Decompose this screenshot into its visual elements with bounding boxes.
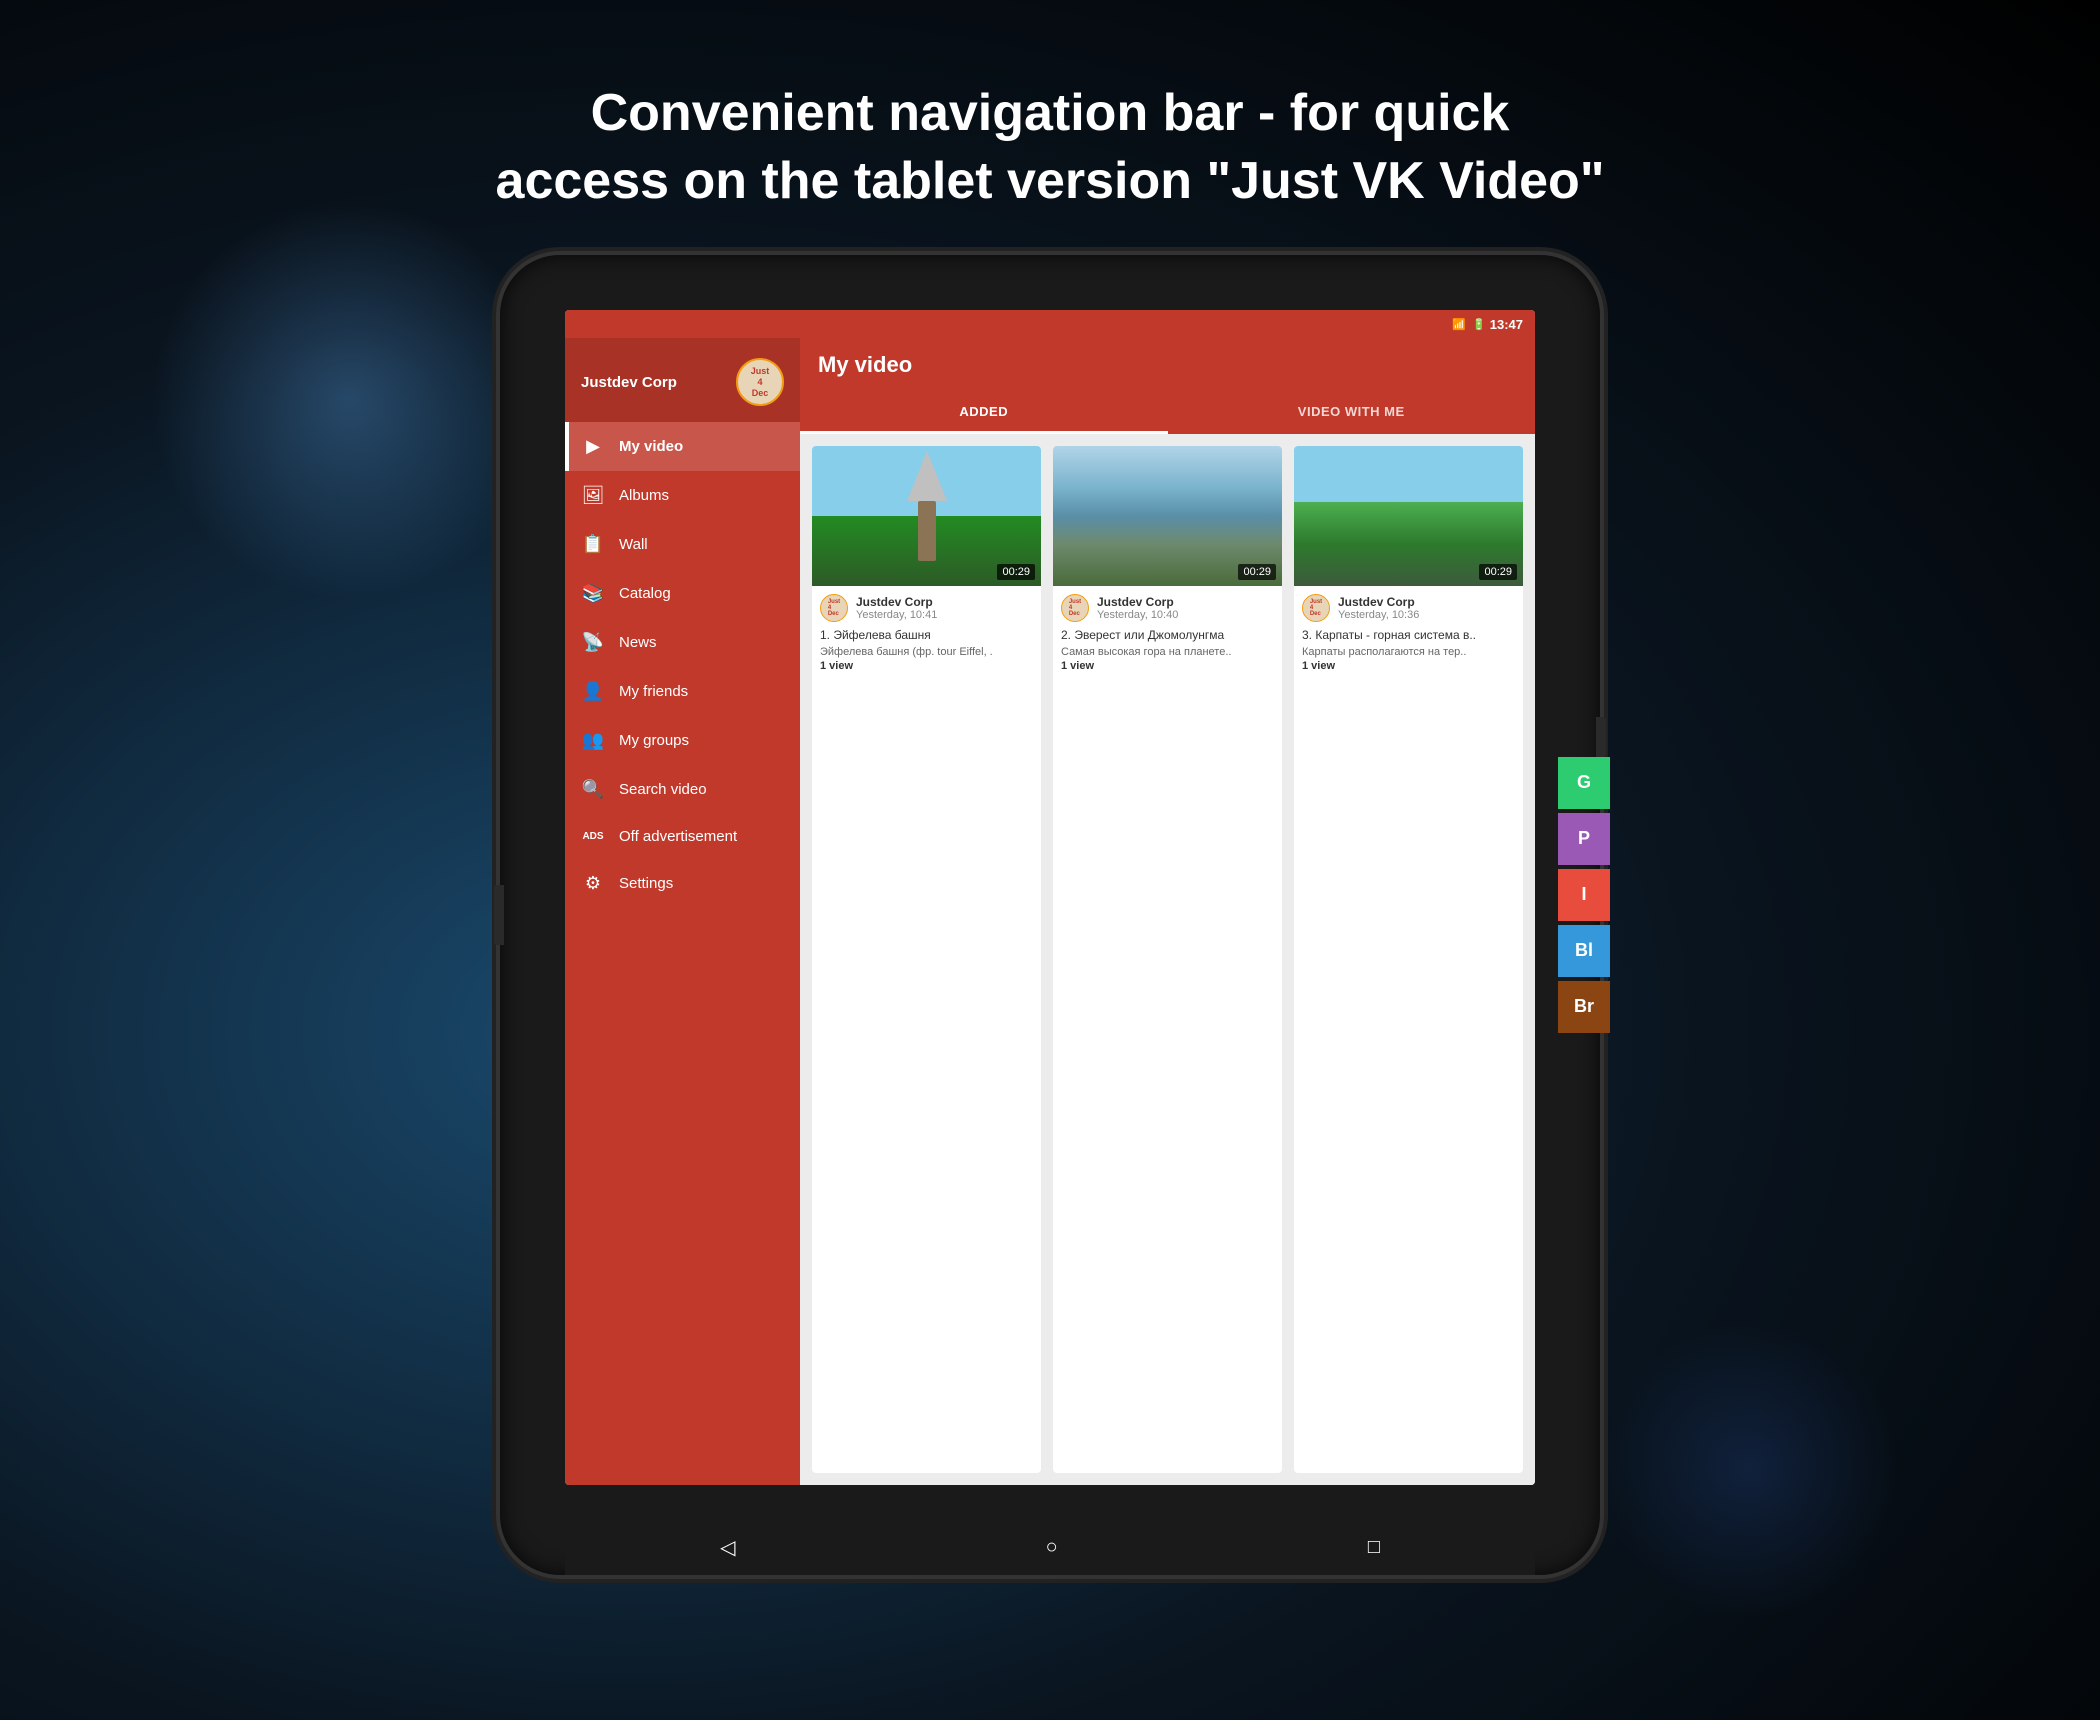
page-title: My video <box>818 352 912 377</box>
video-views-1: 1 view <box>812 660 1041 680</box>
sidebar-item-off-advertisement[interactable]: ADS Off advertisement <box>565 814 800 859</box>
header-line2: access on the tablet version "Just VK Vi… <box>496 148 1605 216</box>
status-bar: 📶 🔋 13:47 <box>565 310 1535 338</box>
battery-icon: 🔋 <box>1472 318 1486 331</box>
sidebar-item-my-video[interactable]: ▶ My video <box>565 422 800 471</box>
groups-icon: 👥 <box>581 730 605 751</box>
nav-label-wall: Wall <box>619 536 648 553</box>
back-button[interactable]: ◁ <box>720 1535 735 1560</box>
sidebar: Justdev Corp Just4Dec ▶ My video 🖼 Album… <box>565 338 800 1485</box>
side-button-p[interactable]: P <box>1558 813 1610 865</box>
app-layout: Justdev Corp Just4Dec ▶ My video 🖼 Album… <box>565 338 1535 1485</box>
thumbnail-3: 00:29 <box>1294 446 1523 586</box>
sidebar-item-catalog[interactable]: 📚 Catalog <box>565 569 800 618</box>
side-panel: G P I Bl Br <box>1558 757 1610 1033</box>
header-title: Convenient navigation bar - for quick ac… <box>496 80 1605 215</box>
video-views-3: 1 view <box>1294 660 1523 680</box>
sidebar-item-search-video[interactable]: 🔍 Search video <box>565 765 800 814</box>
power-button[interactable] <box>1596 717 1606 757</box>
sidebar-item-my-groups[interactable]: 👥 My groups <box>565 716 800 765</box>
nav-label-catalog: Catalog <box>619 585 671 602</box>
thumbnail-1: 00:29 <box>812 446 1041 586</box>
catalog-icon: 📚 <box>581 583 605 604</box>
uploader-name-2: Justdev Corp <box>1097 595 1274 609</box>
nav-label-my-groups: My groups <box>619 732 689 749</box>
video-meta-1: Justdev Corp Yesterday, 10:41 <box>856 595 1033 621</box>
friends-icon: 👤 <box>581 681 605 702</box>
nav-label-search-video: Search video <box>619 781 707 798</box>
home-button[interactable]: ○ <box>1046 1536 1058 1559</box>
tablet-screen: 📶 🔋 13:47 Justdev Corp Just4Dec ▶ M <box>565 310 1535 1485</box>
video-info-bar-1: Just4Dec Justdev Corp Yesterday, 10:41 <box>812 586 1041 626</box>
nav-label-my-video: My video <box>619 438 683 455</box>
albums-icon: 🖼 <box>581 485 605 506</box>
side-button-br[interactable]: Br <box>1558 981 1610 1033</box>
tab-added[interactable]: ADDED <box>800 392 1168 434</box>
nav-label-settings: Settings <box>619 875 673 892</box>
sidebar-item-my-friends[interactable]: 👤 My friends <box>565 667 800 716</box>
user-header: Justdev Corp Just4Dec <box>565 338 800 422</box>
video-subtitle-1: Эйфелева башня (фр. tour Eiffel, . <box>812 646 1041 660</box>
video-icon: ▶ <box>581 436 605 457</box>
sidebar-item-wall[interactable]: 📋 Wall <box>565 520 800 569</box>
content-area: My video ADDED VIDEO WITH ME <box>800 338 1535 1485</box>
video-card-3[interactable]: 00:29 Just4Dec Justdev Corp Yesterday, 1… <box>1294 446 1523 1473</box>
video-views-2: 1 view <box>1053 660 1282 680</box>
user-name: Justdev Corp <box>581 374 722 391</box>
uploader-name-1: Justdev Corp <box>856 595 1033 609</box>
nav-label-albums: Albums <box>619 487 669 504</box>
volume-button[interactable] <box>494 885 504 945</box>
search-icon: 🔍 <box>581 779 605 800</box>
upload-date-2: Yesterday, 10:40 <box>1097 609 1274 621</box>
video-subtitle-3: Карпаты располагаются на тер.. <box>1294 646 1523 660</box>
bottom-navigation-bar: ◁ ○ □ <box>565 1520 1535 1575</box>
nav-label-my-friends: My friends <box>619 683 688 700</box>
video-title-3: 3. Карпаты - горная система в.. <box>1294 626 1523 646</box>
duration-1: 00:29 <box>997 564 1035 580</box>
sidebar-item-settings[interactable]: ⚙ Settings <box>565 859 800 908</box>
duration-2: 00:29 <box>1238 564 1276 580</box>
tabs-bar: ADDED VIDEO WITH ME <box>800 392 1535 434</box>
nav-label-off-advertisement: Off advertisement <box>619 828 737 845</box>
avatar: Just4Dec <box>736 358 784 406</box>
thumbnail-2: 00:29 <box>1053 446 1282 586</box>
news-icon: 📡 <box>581 632 605 653</box>
header-line1: Convenient navigation bar - for quick <box>496 80 1605 148</box>
tablet-frame: 📶 🔋 13:47 Justdev Corp Just4Dec ▶ M <box>500 255 1600 1575</box>
video-title-2: 2. Эверест или Джомолунгма <box>1053 626 1282 646</box>
clock: 13:47 <box>1490 317 1523 332</box>
content-header: My video <box>800 338 1535 392</box>
sidebar-item-news[interactable]: 📡 News <box>565 618 800 667</box>
settings-icon: ⚙ <box>581 873 605 894</box>
tab-video-with-me[interactable]: VIDEO WITH ME <box>1168 392 1536 434</box>
video-meta-3: Justdev Corp Yesterday, 10:36 <box>1338 595 1515 621</box>
video-card-2[interactable]: 00:29 Just4Dec Justdev Corp Yesterday, 1… <box>1053 446 1282 1473</box>
signal-icon: 📶 <box>1452 318 1466 331</box>
video-card-1[interactable]: 00:29 Just4Dec Justdev Corp Yesterday, 1… <box>812 446 1041 1473</box>
video-info-bar-2: Just4Dec Justdev Corp Yesterday, 10:40 <box>1053 586 1282 626</box>
side-button-bl[interactable]: Bl <box>1558 925 1610 977</box>
recents-button[interactable]: □ <box>1368 1536 1380 1559</box>
video-meta-2: Justdev Corp Yesterday, 10:40 <box>1097 595 1274 621</box>
video-grid: 00:29 Just4Dec Justdev Corp Yesterday, 1… <box>800 434 1535 1485</box>
ads-icon: ADS <box>581 831 605 842</box>
side-button-i[interactable]: I <box>1558 869 1610 921</box>
status-icons: 📶 🔋 <box>1452 318 1485 331</box>
side-button-g[interactable]: G <box>1558 757 1610 809</box>
video-subtitle-2: Самая высокая гора на планете.. <box>1053 646 1282 660</box>
uploader-avatar-3: Just4Dec <box>1302 594 1330 622</box>
video-title-1: 1. Эйфелева башня <box>812 626 1041 646</box>
upload-date-3: Yesterday, 10:36 <box>1338 609 1515 621</box>
duration-3: 00:29 <box>1479 564 1517 580</box>
nav-label-news: News <box>619 634 657 651</box>
sidebar-item-albums[interactable]: 🖼 Albums <box>565 471 800 520</box>
uploader-avatar-1: Just4Dec <box>820 594 848 622</box>
uploader-name-3: Justdev Corp <box>1338 595 1515 609</box>
upload-date-1: Yesterday, 10:41 <box>856 609 1033 621</box>
video-info-bar-3: Just4Dec Justdev Corp Yesterday, 10:36 <box>1294 586 1523 626</box>
wall-icon: 📋 <box>581 534 605 555</box>
uploader-avatar-2: Just4Dec <box>1061 594 1089 622</box>
